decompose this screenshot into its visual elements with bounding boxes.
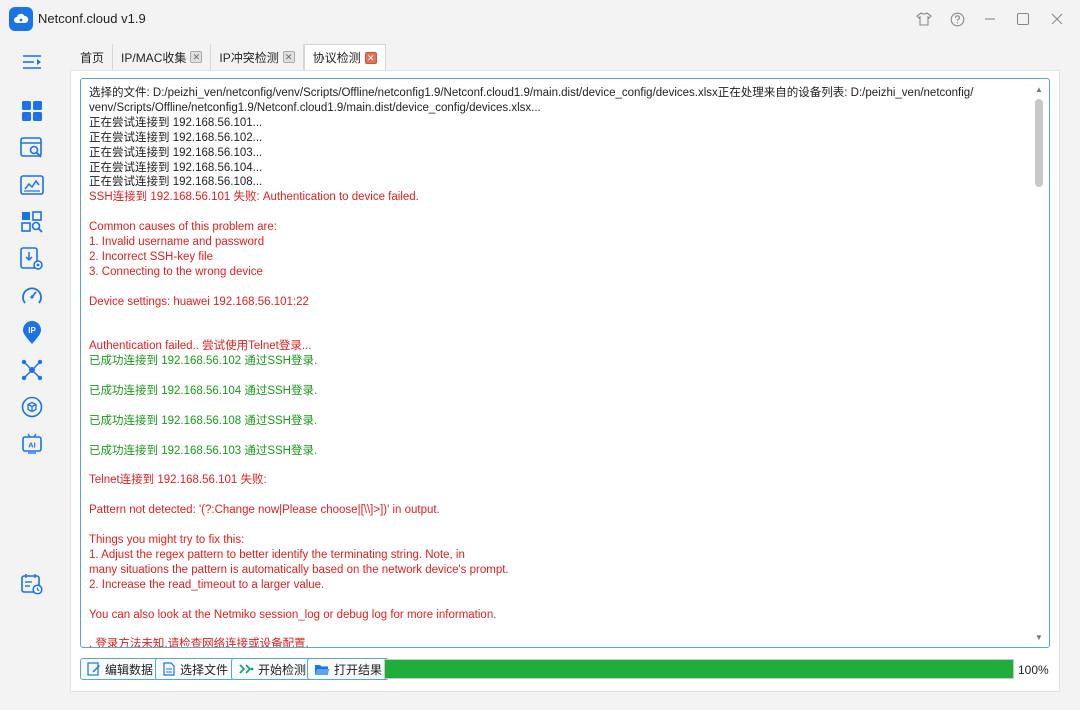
gauge-icon[interactable] bbox=[18, 282, 46, 310]
tab-close-icon[interactable]: ✕ bbox=[282, 51, 295, 63]
dashboard-icon[interactable] bbox=[18, 97, 46, 125]
log-scrollbar[interactable]: ▲ ▼ bbox=[1032, 85, 1046, 643]
tab-label: 协议检测 bbox=[312, 51, 361, 65]
maximize-icon[interactable] bbox=[1012, 8, 1034, 30]
log-line: many situations the pattern is automatic… bbox=[89, 563, 509, 576]
app-logo-icon bbox=[9, 7, 33, 31]
log-line: 3. Connecting to the wrong device bbox=[89, 265, 263, 278]
edit-icon bbox=[87, 662, 100, 676]
log-line: Pattern not detected: '(?:Change now|Ple… bbox=[89, 504, 440, 517]
log-line: 已成功连接到 192.168.56.104 通过SSH登录. bbox=[89, 385, 318, 398]
log-line: Common causes of this problem are: bbox=[89, 221, 277, 234]
scroll-thumb[interactable] bbox=[1035, 99, 1043, 187]
log-line: 正在尝试连接到 192.168.56.108... bbox=[89, 176, 263, 189]
log-line: 正在尝试连接到 192.168.56.102... bbox=[89, 131, 263, 144]
minimize-icon[interactable] bbox=[979, 8, 1001, 30]
open-result-label: 打开结果 bbox=[334, 662, 383, 677]
tab-close-icon[interactable]: ✕ bbox=[190, 51, 203, 63]
select-file-label: 选择文件 bbox=[180, 662, 229, 677]
schedule-icon[interactable] bbox=[18, 570, 46, 598]
log-line: 正在尝试连接到 192.168.56.101... bbox=[89, 116, 263, 129]
package-icon[interactable] bbox=[18, 393, 46, 421]
scroll-down-icon[interactable]: ▼ bbox=[1034, 633, 1044, 643]
log-line: Things you might try to fix this: bbox=[89, 534, 245, 547]
log-line: 1. Adjust the regex pattern to better id… bbox=[89, 548, 465, 561]
edit-data-label: 编辑数据 bbox=[105, 662, 154, 677]
edit-data-button[interactable]: 编辑数据 bbox=[80, 658, 161, 680]
tab-ip-mac-collect[interactable]: IP/MAC收集 ✕ bbox=[113, 44, 212, 70]
close-icon[interactable] bbox=[1046, 8, 1068, 30]
title-bar: Netconf.cloud v1.9 bbox=[0, 0, 1080, 38]
tab-ip-conflict[interactable]: IP冲突检测 ✕ bbox=[211, 44, 304, 70]
tab-protocol-check[interactable]: 协议检测 ✕ bbox=[303, 44, 386, 70]
log-line: 2. Incorrect SSH-key file bbox=[89, 250, 213, 263]
log-line: Telnet连接到 192.168.56.101 失败: bbox=[89, 474, 267, 487]
open-result-button[interactable]: 打开结果 bbox=[307, 658, 390, 680]
start-check-button[interactable]: 开始检测 bbox=[231, 658, 314, 680]
log-line: 2. Increase the read_timeout to a larger… bbox=[89, 578, 325, 591]
log-lines: 选择的文件: D:/peizhi_ven/netconfig/venv/Scri… bbox=[89, 86, 1024, 648]
tab-label: 首页 bbox=[80, 50, 105, 65]
sidebar: IP AI bbox=[0, 40, 64, 710]
progress-text: 100% bbox=[1018, 663, 1049, 677]
progress-bar bbox=[384, 659, 1014, 679]
tab-label: IP/MAC收集 bbox=[121, 50, 187, 65]
log-line: Authentication failed.. 尝试使用Telnet登录... bbox=[89, 340, 312, 353]
log-line: Device settings: huawei 192.168.56.101:2… bbox=[89, 295, 309, 308]
monitor-icon[interactable] bbox=[18, 171, 46, 199]
tab-close-icon[interactable]: ✕ bbox=[364, 51, 377, 64]
double-chevron-icon bbox=[239, 664, 254, 674]
download-settings-icon[interactable] bbox=[18, 245, 46, 273]
log-line: 已成功连接到 192.168.56.103 通过SSH登录. bbox=[89, 444, 318, 457]
scroll-up-icon[interactable]: ▲ bbox=[1034, 85, 1044, 95]
network-nodes-icon[interactable] bbox=[18, 356, 46, 384]
log-line: 已成功连接到 192.168.56.102 通过SSH登录. bbox=[89, 355, 318, 368]
tab-label: IP冲突检测 bbox=[219, 50, 279, 65]
tab-bar: 首页 IP/MAC收集 ✕ IP冲突检测 ✕ 协议检测 ✕ bbox=[72, 44, 386, 70]
app-title: Netconf.cloud v1.9 bbox=[38, 11, 146, 26]
log-line: 正在尝试连接到 192.168.56.103... bbox=[89, 146, 263, 159]
folder-icon bbox=[315, 664, 330, 675]
file-icon bbox=[163, 662, 175, 676]
shirt-icon[interactable] bbox=[913, 8, 935, 30]
menu-toggle-icon[interactable] bbox=[18, 48, 46, 76]
scan-icon[interactable] bbox=[18, 208, 46, 236]
log-line: 正在尝试连接到 192.168.56.104... bbox=[89, 161, 263, 174]
log-line: 1. Invalid username and password bbox=[89, 236, 265, 249]
log-output[interactable]: 选择的文件: D:/peizhi_ven/netconfig/venv/Scri… bbox=[80, 78, 1050, 648]
ip-location-icon[interactable]: IP bbox=[18, 319, 46, 347]
log-line: You can also look at the Netmiko session… bbox=[89, 608, 497, 621]
progress-fill bbox=[385, 660, 1013, 678]
log-line: 选择的文件: D:/peizhi_ven/netconfig/venv/Scri… bbox=[89, 87, 974, 99]
log-line: . 登录方法未知,请检查网络连接或设备配置. bbox=[89, 638, 309, 648]
help-icon[interactable] bbox=[946, 8, 968, 30]
svg-text:IP: IP bbox=[28, 326, 36, 335]
log-line: 已成功连接到 192.168.56.108 通过SSH登录. bbox=[89, 414, 318, 427]
tab-home[interactable]: 首页 bbox=[72, 44, 114, 70]
log-line: venv/Scripts/Offline/netconfig1.9/Netcon… bbox=[89, 101, 541, 114]
ai-icon[interactable]: AI bbox=[18, 430, 46, 458]
search-report-icon[interactable] bbox=[18, 134, 46, 162]
select-file-button[interactable]: 选择文件 bbox=[155, 658, 236, 680]
log-line: SSH连接到 192.168.56.101 失败: Authentication… bbox=[89, 191, 419, 204]
svg-text:AI: AI bbox=[28, 441, 36, 450]
start-check-label: 开始检测 bbox=[258, 662, 307, 677]
